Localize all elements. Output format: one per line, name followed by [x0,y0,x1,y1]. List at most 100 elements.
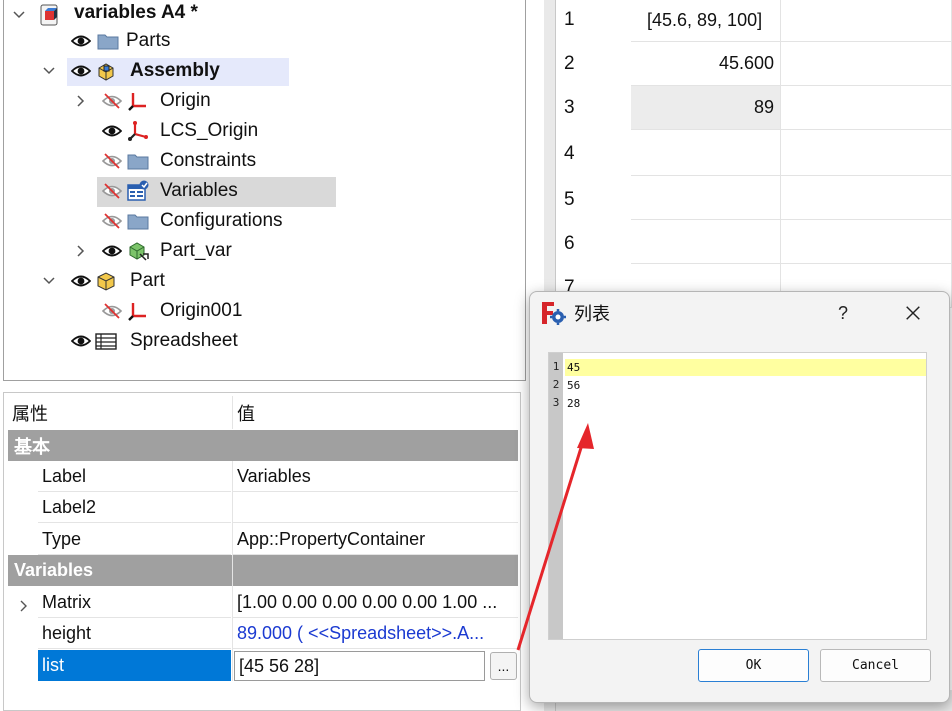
assembly-icon [94,59,118,83]
tree-item-parts[interactable]: Parts [70,26,170,56]
cell-a1[interactable]: [45.6, 89, 100] [631,0,781,42]
cell-a5[interactable] [631,176,781,220]
line-number: 1 [552,360,560,373]
cell-b6[interactable] [781,220,952,264]
help-button[interactable]: ? [828,300,858,326]
eye-visible-icon[interactable] [70,270,92,292]
column-divider [232,396,233,429]
property-value-expression[interactable]: 89.000 ( <<Spreadsheet>>.A... [233,618,518,649]
tree-item-label: Parts [126,30,171,51]
property-name: height [38,618,231,649]
eye-visible-icon[interactable] [70,330,92,352]
linked-part-icon [126,239,150,263]
tree-item-label: Variables [160,180,238,201]
property-row-list[interactable]: list [45 56 28] ... [4,650,520,681]
line-number: 3 [552,396,560,409]
edit-list-button[interactable]: ... [490,652,517,680]
ok-button[interactable]: OK [698,649,809,682]
property-column-header[interactable]: 属性 [8,397,232,428]
row-header[interactable]: 6 [556,224,630,264]
row-header[interactable]: 3 [556,88,630,128]
list-editor-dialog: 列表 ? 1 2 3 45 56 28 OK Cancel [529,291,950,703]
close-button[interactable] [898,300,928,326]
property-name: Label [38,461,231,492]
model-tree-panel: variables A4 * Parts Assembly Origin LCS… [3,0,526,381]
dialog-title-bar[interactable]: 列表 [530,292,949,334]
freecad-document-icon [38,3,62,27]
editor-line[interactable]: 28 [565,395,926,412]
folder-icon [126,149,150,173]
cell-a6[interactable] [631,220,781,264]
cancel-button[interactable]: Cancel [820,649,931,682]
cell-a4[interactable] [631,130,781,176]
freecad-logo-icon [540,300,566,326]
property-value[interactable]: Variables [233,461,518,492]
eye-visible-icon[interactable] [70,60,92,82]
folder-icon [126,209,150,233]
property-value[interactable]: App::PropertyContainer [233,524,518,555]
cell-b5[interactable] [781,176,952,220]
cell-b1[interactable] [781,0,952,42]
eye-hidden-icon[interactable] [101,180,123,202]
eye-hidden-icon[interactable] [101,210,123,232]
group-header-variables[interactable]: Variables [8,555,518,586]
property-row-matrix[interactable]: Matrix [1.00 0.00 0.00 0.00 0.00 1.00 ..… [4,587,520,618]
dialog-title: 列表 [574,304,610,324]
row-header[interactable]: 2 [556,44,630,84]
group-label: Variables [14,560,94,580]
tree-item-label: Spreadsheet [130,330,238,351]
cell-b2[interactable] [781,42,952,86]
property-name-selected: list [38,650,231,681]
property-row-label[interactable]: Label Variables [4,461,520,492]
folder-icon [96,29,120,53]
value-column-header[interactable]: 值 [233,397,518,428]
eye-hidden-icon[interactable] [101,90,123,112]
eye-hidden-icon[interactable] [101,300,123,322]
chevron-down-icon[interactable] [42,64,56,78]
column-divider [232,461,233,681]
row-header[interactable]: 4 [556,134,630,174]
line-number: 2 [552,378,560,391]
group-label: 基本 [14,436,50,457]
property-row-height[interactable]: height 89.000 ( <<Spreadsheet>>.A... [4,618,520,649]
tree-item-label: Part [130,270,165,291]
tree-item-label: Part_var [160,240,232,261]
chevron-right-icon[interactable] [18,596,30,612]
editor-line-current[interactable]: 45 [565,359,926,376]
coordinate-system-icon [126,119,150,143]
tree-item-assembly[interactable]: Assembly [4,56,525,86]
eye-visible-icon[interactable] [101,120,123,142]
chevron-down-icon[interactable] [12,8,26,22]
editor-line[interactable]: 56 [565,377,926,394]
row-header[interactable]: 1 [556,0,630,40]
tree-item-label: Assembly [130,60,220,81]
tree-item-label: Constraints [160,150,257,171]
property-row-type[interactable]: Type App::PropertyContainer [4,524,520,555]
eye-visible-icon[interactable] [101,240,123,262]
list-text-editor[interactable]: 1 2 3 45 56 28 [548,352,927,640]
tree-item-label: variables A4 * [74,2,198,23]
part-icon [94,269,118,293]
property-header-row: 属性 值 [4,397,520,428]
eye-visible-icon[interactable] [70,30,92,52]
cell-a2[interactable]: 45.600 [631,42,781,86]
property-editor-panel: 属性 值 基本 Label Variables Label2 Type App:… [3,392,521,711]
property-value[interactable] [233,492,518,523]
property-name: Type [38,524,231,555]
row-header[interactable]: 5 [556,180,630,220]
tree-item-label: Origin001 [160,300,243,321]
group-header-basic[interactable]: 基本 [8,430,518,461]
eye-hidden-icon[interactable] [101,150,123,172]
property-value[interactable]: [1.00 0.00 0.00 0.00 0.00 1.00 ... [233,587,518,618]
chevron-right-icon[interactable] [74,244,88,258]
chevron-down-icon[interactable] [42,274,56,288]
cell-a3[interactable]: 89 [631,86,781,130]
chevron-right-icon[interactable] [74,94,88,108]
cell-b4[interactable] [781,130,952,176]
property-row-label2[interactable]: Label2 [4,492,520,523]
property-name: Label2 [38,492,231,523]
axes-origin-icon [126,299,150,323]
list-value-field[interactable]: [45 56 28] [234,651,485,681]
cell-b3[interactable] [781,86,952,130]
property-name: Matrix [38,587,231,618]
